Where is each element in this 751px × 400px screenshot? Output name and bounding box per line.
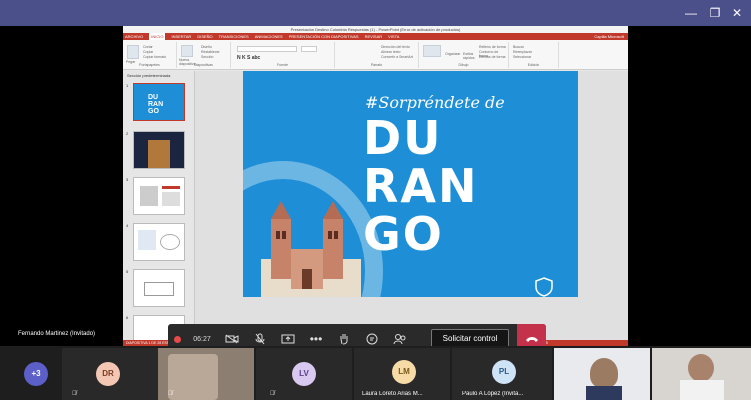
tab-diseno[interactable]: DISEÑO bbox=[197, 33, 212, 40]
replace-button[interactable]: Reemplazar bbox=[513, 50, 532, 54]
section-button[interactable]: Sección bbox=[201, 55, 213, 59]
select-button[interactable]: Seleccionar bbox=[513, 55, 531, 59]
arrange-button[interactable]: Organizar bbox=[445, 52, 460, 56]
design-button[interactable]: Diseño bbox=[201, 45, 212, 49]
group-label: Dibujo bbox=[458, 63, 469, 67]
mic-off-icon: 🎙̸ bbox=[270, 391, 275, 397]
minimize-button[interactable]: — bbox=[682, 5, 700, 21]
participant-video-tile[interactable]: 🎙̸ bbox=[158, 348, 254, 400]
align-text-button[interactable]: Alinear texto bbox=[381, 50, 400, 54]
tab-transiciones[interactable]: TRANSICIONES bbox=[219, 33, 249, 40]
group-slides: Nueva diapositiva Diseño Restablecer Sec… bbox=[177, 42, 231, 68]
paste-button[interactable] bbox=[127, 45, 139, 59]
cut-button[interactable]: Cortar bbox=[143, 45, 153, 49]
close-button[interactable]: ✕ bbox=[728, 5, 746, 21]
new-slide-button[interactable] bbox=[181, 45, 193, 57]
mic-off-icon: 🎙̸ bbox=[72, 391, 77, 397]
overflow-tile[interactable]: +3 bbox=[0, 348, 62, 400]
overflow-count[interactable]: +3 bbox=[24, 362, 48, 386]
find-button[interactable]: Buscar bbox=[513, 45, 524, 49]
participant-tile[interactable]: LM Laura Loreto Arias M... bbox=[354, 348, 450, 400]
group-label: Fuente bbox=[277, 63, 288, 67]
tab-animaciones[interactable]: ANIMACIONES bbox=[255, 33, 283, 40]
video-feed bbox=[590, 358, 618, 388]
group-label: Diapositivas bbox=[194, 63, 213, 67]
shapes-gallery[interactable] bbox=[423, 45, 441, 57]
ribbon: Pegar Cortar Copiar Copiar formato Porta… bbox=[123, 40, 628, 70]
group-drawing: Organizar Estilos rápidos Relleno de for… bbox=[419, 42, 509, 68]
slide-thumbnail[interactable] bbox=[133, 177, 185, 215]
slide-thumbnails-pane: Sección predeterminada 1 DU RAN GO 2 3 4 5 bbox=[123, 71, 195, 346]
teams-title-bar: — ❐ ✕ bbox=[0, 0, 751, 26]
shape-effects-button[interactable]: Efectos de forma bbox=[479, 55, 505, 59]
group-label: Edición bbox=[527, 63, 540, 67]
participant-tile[interactable]: DR 🎙̸ bbox=[62, 348, 158, 400]
tab-inicio[interactable]: INICIO bbox=[149, 33, 166, 40]
thumb-number: 6 bbox=[126, 315, 129, 320]
thumb-number: 2 bbox=[126, 131, 129, 136]
slide-title-line-2: RAN bbox=[363, 159, 479, 213]
tab-presentacion[interactable]: PRESENTACIÓN CON DIAPOSITIVAS bbox=[289, 33, 359, 40]
participant-video-tile[interactable] bbox=[652, 348, 751, 400]
shared-screen: Presentación Destino Colombia Respuestas… bbox=[0, 26, 751, 354]
text-direction-button[interactable]: Dirección del texto bbox=[381, 45, 410, 49]
group-label: Párrafo bbox=[370, 63, 383, 67]
slide-thumbnail[interactable] bbox=[133, 223, 185, 261]
participant-strip: +3 DR 🎙̸ 🎙̸ LV 🎙̸ LM Laura Loreto Arias … bbox=[0, 346, 751, 400]
shield-icon bbox=[535, 277, 553, 297]
section-label[interactable]: Sección predeterminada bbox=[123, 71, 194, 78]
font-size-select[interactable] bbox=[301, 46, 317, 52]
thumb-number: 3 bbox=[126, 177, 129, 182]
group-paragraph: Dirección del texto Alinear texto Conver… bbox=[335, 42, 419, 68]
reset-button[interactable]: Restablecer bbox=[201, 50, 220, 54]
quick-styles-button[interactable]: Estilos rápidos bbox=[463, 52, 477, 60]
participant-name: Paulo A López (Invita... bbox=[462, 391, 524, 397]
font-name-select[interactable] bbox=[237, 46, 297, 52]
thumb-number: 4 bbox=[126, 223, 129, 228]
participant-tile[interactable]: LV 🎙̸ bbox=[256, 348, 352, 400]
avatar: PL bbox=[492, 360, 516, 384]
slide-title-line-1: DU bbox=[363, 111, 443, 165]
mic-off-icon: 🎙̸ bbox=[168, 391, 173, 397]
slide-editor: #Sorpréndete de DU RAN GO Haga clic para… bbox=[195, 71, 628, 341]
participant-name: Laura Loreto Arias M... bbox=[362, 391, 423, 397]
tab-insertar[interactable]: INSERTAR bbox=[171, 33, 191, 40]
slide-thumbnail[interactable] bbox=[133, 131, 185, 169]
video-feed bbox=[688, 354, 714, 382]
restore-button[interactable]: ❐ bbox=[706, 5, 724, 21]
group-editing: Buscar Reemplazar Seleccionar Edición bbox=[509, 42, 559, 68]
thumb-number: 1 bbox=[126, 83, 129, 88]
participant-video-tile[interactable] bbox=[554, 348, 650, 400]
copy-button[interactable]: Copiar bbox=[143, 50, 153, 54]
cathedral-image bbox=[261, 201, 361, 297]
account-name[interactable]: Capilla Microsoft bbox=[594, 33, 628, 40]
avatar: LV bbox=[292, 362, 316, 386]
smartart-button[interactable]: Convertir a SmartArt bbox=[381, 55, 413, 59]
tab-revisar[interactable]: REVISAR bbox=[365, 33, 383, 40]
avatar: DR bbox=[96, 362, 120, 386]
font-style-buttons[interactable]: N K S abc bbox=[237, 55, 260, 61]
presenter-name: Fernando Martinez (Invitado) bbox=[18, 331, 96, 337]
slide-title-line-3: GO bbox=[363, 207, 444, 261]
group-label: Portapapeles bbox=[139, 63, 160, 67]
group-clipboard: Pegar Cortar Copiar Copiar formato Porta… bbox=[123, 42, 177, 68]
ppt-title: Presentación Destino Colombia Respuestas… bbox=[123, 26, 628, 33]
shape-fill-button[interactable]: Relleno de forma bbox=[479, 45, 506, 49]
slide-thumbnail[interactable] bbox=[133, 269, 185, 307]
slide-tagline: #Sorpréndete de bbox=[365, 93, 505, 112]
avatar: LM bbox=[392, 360, 416, 384]
powerpoint-window: Presentación Destino Colombia Respuestas… bbox=[123, 26, 628, 346]
current-slide[interactable]: #Sorpréndete de DU RAN GO bbox=[243, 71, 578, 297]
tab-vista[interactable]: VISTA bbox=[388, 33, 399, 40]
ppt-ribbon-tabs: ARCHIVO INICIO INSERTAR DISEÑO TRANSICIO… bbox=[123, 33, 628, 40]
group-font: N K S abc Fuente bbox=[231, 42, 335, 68]
tab-archivo[interactable]: ARCHIVO bbox=[125, 33, 143, 40]
participant-tile[interactable]: PL Paulo A López (Invita... bbox=[452, 348, 552, 400]
slide-thumbnail[interactable]: DU RAN GO bbox=[133, 83, 185, 121]
video-feed bbox=[168, 354, 218, 400]
thumb-number: 5 bbox=[126, 269, 129, 274]
format-painter-button[interactable]: Copiar formato bbox=[143, 55, 166, 59]
